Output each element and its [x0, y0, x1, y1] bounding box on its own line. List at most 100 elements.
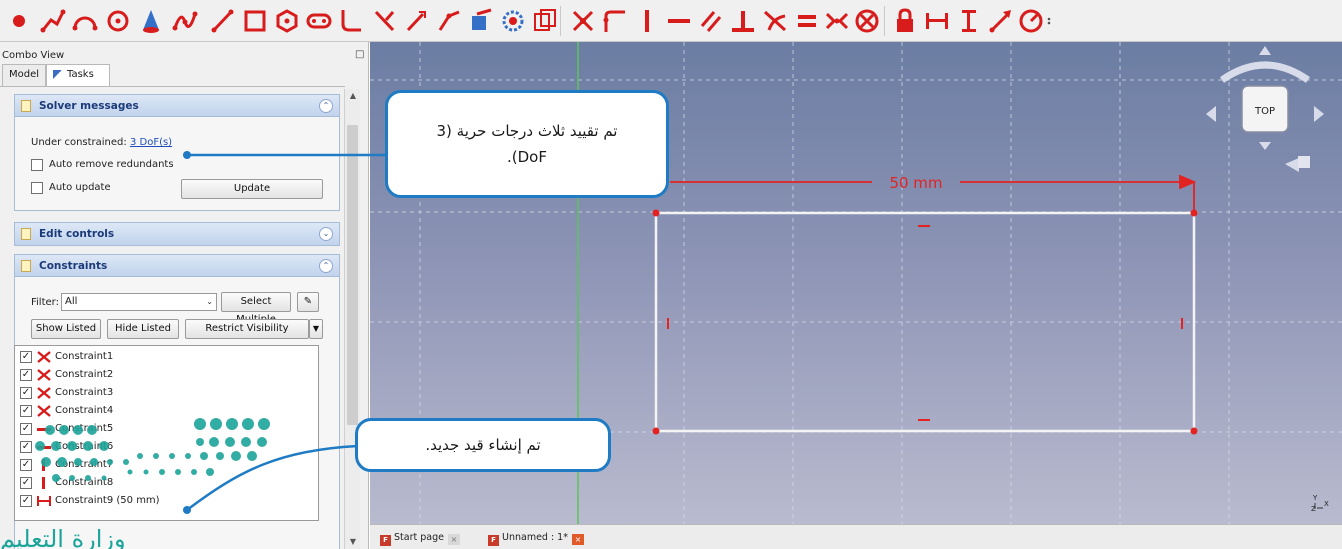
circle-icon[interactable]	[104, 3, 134, 39]
edit-controls-header[interactable]: Edit controls ⌄	[15, 223, 339, 245]
trim-icon[interactable]	[370, 3, 400, 39]
tasks-icon	[53, 70, 63, 80]
vertical-distance-constraint-icon[interactable]	[954, 3, 984, 39]
point-on-object-constraint-icon[interactable]	[600, 3, 630, 39]
arc-icon[interactable]	[70, 3, 100, 39]
ministry-logo-text: وزارة التعليم	[0, 525, 126, 549]
scroll-down-icon[interactable]: ▼	[345, 535, 361, 549]
auto-update-label: Auto update	[49, 182, 111, 193]
vertex-point[interactable]	[1190, 209, 1198, 217]
view-menu-cube-icon[interactable]	[1298, 156, 1310, 168]
close-icon[interactable]: ×	[447, 534, 460, 545]
tangent-constraint-icon[interactable]	[760, 3, 790, 39]
expand-icon[interactable]: ⌄	[319, 227, 333, 241]
perpendicular-constraint-icon[interactable]	[728, 3, 758, 39]
tab-tasks[interactable]: Tasks	[46, 64, 110, 87]
solver-messages-box: Solver messages ⌃ Under constrained: 3 D…	[14, 94, 340, 211]
equal-constraint-icon[interactable]	[792, 3, 822, 39]
lock-constraint-icon[interactable]	[890, 3, 920, 39]
tab-tasks-label: Tasks	[67, 69, 94, 80]
sketcher-toolbar	[0, 0, 1342, 42]
solver-messages-title: Solver messages	[39, 100, 139, 112]
polygon-icon[interactable]	[272, 3, 302, 39]
scroll-thumb[interactable]	[347, 125, 358, 425]
tab-start-page[interactable]: F Start page ×	[380, 529, 460, 547]
point-icon[interactable]	[4, 3, 34, 39]
navigation-cube[interactable]: TOP	[1206, 46, 1324, 172]
constraint-markers	[667, 225, 1183, 421]
polyline-icon[interactable]	[38, 3, 68, 39]
constraint-row[interactable]: ✓ Constraint1	[15, 348, 318, 366]
rotate-right-icon[interactable]	[1314, 106, 1324, 122]
rotate-arc-icon[interactable]	[1219, 61, 1311, 83]
distance-constraint-icon[interactable]	[986, 3, 1016, 39]
new-constraint-callout-text: تم إنشاء قيد جديد.	[425, 436, 541, 454]
tab-start-page-label: Start page	[394, 532, 444, 543]
constraints-header[interactable]: Constraints ⌃	[15, 255, 339, 277]
float-icon[interactable]: □	[355, 49, 364, 60]
combo-view-title: Combo View	[2, 50, 65, 61]
axis-indicator: Y Z X	[1311, 494, 1329, 513]
solver-messages-header[interactable]: Solver messages ⌃	[15, 95, 339, 117]
filter-select[interactable]: All ⌄	[61, 293, 217, 311]
parallel-constraint-icon[interactable]	[696, 3, 726, 39]
under-constrained-row: Under constrained: 3 DoF(s)	[31, 137, 172, 148]
dof-callout: تم تقييد ثلاث درجات حرية (3 DoF).	[385, 90, 669, 198]
scroll-up-icon[interactable]: ▲	[345, 89, 361, 103]
rotate-down-icon[interactable]	[1259, 142, 1271, 150]
external-geometry-icon[interactable]	[434, 3, 464, 39]
carbon-copy-2-icon[interactable]	[530, 3, 560, 39]
conic-icon[interactable]	[136, 3, 166, 39]
dimension-label[interactable]: 50 mm	[889, 174, 942, 192]
collapse-icon[interactable]: ⌃	[319, 259, 333, 273]
settings-wrench-icon[interactable]: ✎	[297, 292, 319, 312]
slot-icon[interactable]	[304, 3, 334, 39]
note-icon	[21, 228, 31, 240]
bspline-icon[interactable]	[170, 3, 200, 39]
panel-scrollbar[interactable]: ▲ ▼	[344, 89, 360, 549]
coincident-constraint-icon[interactable]	[568, 3, 598, 39]
filter-label: Filter:	[31, 297, 59, 308]
toolbar-separator	[884, 6, 885, 36]
tab-model[interactable]: Model	[2, 64, 46, 86]
horizontal-distance-constraint-icon[interactable]	[922, 3, 952, 39]
show-listed-button[interactable]: Show Listed	[31, 319, 101, 339]
construction-mode-icon[interactable]	[498, 3, 528, 39]
dimension-arrow	[1179, 174, 1197, 190]
line-icon[interactable]	[208, 3, 238, 39]
horizontal-constraint-icon[interactable]	[664, 3, 694, 39]
close-icon[interactable]: ×	[571, 534, 584, 545]
fillet-icon[interactable]	[336, 3, 366, 39]
vertex-point[interactable]	[652, 427, 660, 435]
symmetric-constraint-icon[interactable]	[822, 3, 852, 39]
rotate-left-icon[interactable]	[1206, 106, 1216, 122]
constraint-checkbox[interactable]: ✓	[20, 351, 32, 363]
auto-remove-checkbox[interactable]	[31, 159, 43, 171]
constraint-row[interactable]: ✓ Constraint3	[15, 384, 318, 402]
block-constraint-icon[interactable]	[852, 3, 882, 39]
vertical-constraint-icon[interactable]	[632, 3, 662, 39]
select-multiple-button[interactable]: Select Multiple	[221, 292, 291, 325]
constraint-checkbox[interactable]: ✓	[20, 387, 32, 399]
view-menu-icon[interactable]	[1285, 158, 1299, 172]
rectangle-icon[interactable]	[240, 3, 270, 39]
collapse-icon[interactable]: ⌃	[319, 99, 333, 113]
restrict-visibility-dropdown-icon[interactable]: ▼	[309, 319, 323, 339]
hide-listed-button[interactable]: Hide Listed	[107, 319, 179, 339]
rotate-up-icon[interactable]	[1259, 46, 1271, 55]
extend-icon[interactable]	[402, 3, 432, 39]
auto-remove-label: Auto remove redundants	[49, 159, 174, 170]
restrict-visibility-button[interactable]: Restrict Visibility	[185, 319, 309, 339]
update-button[interactable]: Update	[181, 179, 323, 199]
constraint-row[interactable]: ✓ Constraint2	[15, 366, 318, 384]
dof-link[interactable]: 3 DoF(s)	[130, 137, 172, 148]
vertex-point[interactable]	[1190, 427, 1198, 435]
tab-unnamed[interactable]: F Unnamed : 1* ×	[488, 529, 584, 547]
vertex-point[interactable]	[652, 209, 660, 217]
constraint-checkbox[interactable]: ✓	[20, 369, 32, 381]
filter-value: All	[65, 296, 78, 307]
constraint-label: Constraint3	[55, 387, 114, 398]
toolbar-overflow-icon[interactable]	[1042, 3, 1056, 39]
carbon-copy-icon[interactable]	[466, 3, 496, 39]
auto-update-checkbox[interactable]	[31, 182, 43, 194]
